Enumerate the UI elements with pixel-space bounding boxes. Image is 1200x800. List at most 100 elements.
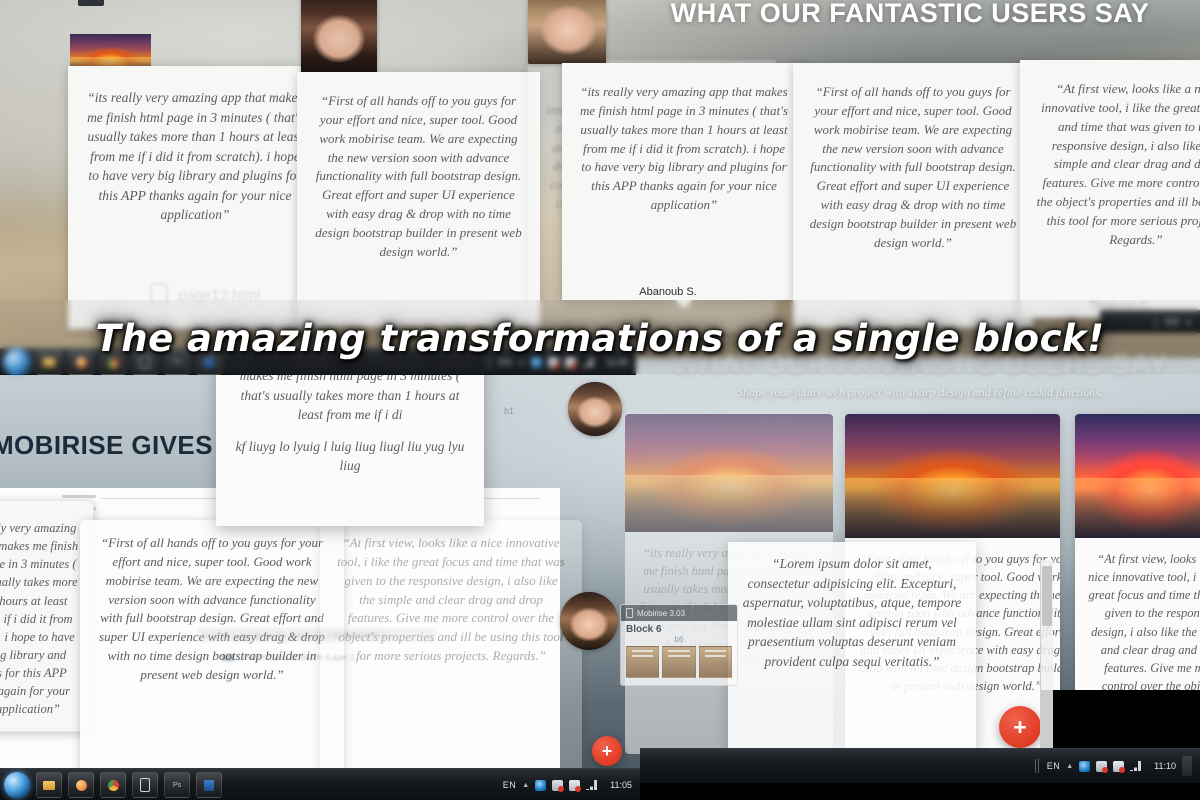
taskbar-mid-mobirise[interactable] — [132, 772, 158, 798]
system-tray-bottom[interactable]: EN ▲ 11:10 — [1034, 756, 1200, 776]
action-center-icon-mid[interactable] — [552, 779, 565, 792]
firefox-icon — [75, 356, 87, 368]
block-thumb-1[interactable] — [626, 646, 660, 678]
signal-icon-mid[interactable] — [586, 780, 599, 790]
window-chrome-fragment — [78, 0, 104, 6]
cloud-upload-icon — [925, 289, 942, 307]
system-tray-right[interactable]: EN ▲ — [1153, 316, 1200, 328]
folder-icon-mid — [43, 780, 55, 790]
section-heading-testimonials: WHAT OUR FANTASTIC USERS SAY — [670, 0, 1150, 28]
lorem-overlay-card[interactable]: “Lorem ipsum dolor sit amet, consectetur… — [728, 542, 976, 779]
signal-icon-bottom[interactable] — [1130, 761, 1143, 771]
taskbar-mid-office[interactable] — [196, 772, 222, 798]
testimonial-text-1: “its really very amazing app that makes … — [87, 90, 303, 223]
photoshop-tab-title-text: Untitled-1.psd @ 66,7% (Layer 22, CMYK/8… — [202, 630, 391, 640]
tray-expand-icon-mid[interactable]: ▲ — [522, 782, 529, 789]
photoshop-tab-title: Untitled-1.psd @ 66,7% (Layer 22, CMYK/8… — [198, 628, 436, 642]
security-icon[interactable] — [565, 356, 578, 369]
show-desktop-button[interactable] — [1182, 756, 1192, 776]
add-block-fab-left[interactable]: + — [592, 736, 622, 766]
start-orb-icon-mid[interactable] — [4, 772, 30, 798]
taskbar-mid[interactable]: Ps EN ▲ 11:05 — [0, 768, 640, 800]
heading-mobirise-bold: MOBIRISE GIVES — [0, 430, 221, 460]
tray-grip-icon-bottom — [1034, 759, 1041, 773]
add-block-fab-right[interactable]: + — [999, 706, 1041, 748]
security-icon-mid[interactable] — [569, 779, 582, 792]
taskbar-ps-button[interactable]: Ps — [164, 349, 190, 375]
taskbar-bottom[interactable]: EN ▲ 11:10 — [640, 748, 1200, 783]
taskbar-mid-ps[interactable]: Ps — [164, 772, 190, 798]
action-center-icon-bottom[interactable] — [1096, 760, 1109, 773]
power-icon — [900, 289, 917, 307]
security-icon-bottom[interactable] — [1113, 760, 1126, 773]
tray-expand-icon-bottom[interactable]: ▲ — [1066, 763, 1073, 770]
mobirise-app-titlebar: Mobirise 3.03 — [621, 605, 737, 621]
section-subheading: Shape your future web project with sharp… — [737, 385, 1103, 399]
taskbar-mobirise-button[interactable] — [132, 349, 158, 375]
photoshop-badge: Ps — [222, 653, 235, 661]
tray-grip-icon-right — [1153, 316, 1160, 328]
tray-language-top[interactable]: EN — [499, 357, 513, 367]
tray-expand-icon-right[interactable]: ▲ — [1185, 319, 1192, 326]
network-icon-bottom[interactable] — [1079, 760, 1091, 772]
avatar-user-2 — [301, 0, 377, 74]
tray-clock-mid[interactable]: 11:05 — [610, 780, 632, 790]
avatar-user-4 — [568, 382, 622, 436]
feature-card-3-image — [1075, 414, 1200, 538]
taskbar-top[interactable]: Ps EN ▲ 11:06 — [0, 348, 636, 375]
add-block-fab-right-plus: + — [1013, 713, 1027, 740]
tray-language-mid[interactable]: EN — [503, 780, 517, 790]
start-orb-icon[interactable] — [4, 349, 30, 375]
scrollbar-track[interactable] — [1040, 560, 1053, 760]
testimonial-text-4: “First of all hands off to you guys for … — [809, 84, 1017, 250]
firefox-icon-mid — [75, 779, 87, 791]
block-thumb-3[interactable] — [698, 646, 732, 678]
testimonial-text-2: “First of all hands off to you guys for … — [315, 93, 522, 259]
taskbar-office-button[interactable] — [196, 349, 222, 375]
block-6-label: Block 6 — [626, 624, 662, 635]
taskbar-explorer-button[interactable] — [36, 349, 62, 375]
black-fill-bottom — [640, 782, 1200, 800]
network-icon[interactable] — [531, 356, 543, 368]
card-pointer-nub — [675, 300, 693, 309]
network-icon-mid[interactable] — [535, 779, 547, 791]
feature-card-1-image — [625, 414, 833, 532]
lorem-overlay-text[interactable]: “Lorem ipsum dolor sit amet, consectetur… — [740, 554, 964, 671]
tray-clock-bottom[interactable]: 11:10 — [1154, 761, 1176, 771]
taskbar-mid-chrome[interactable] — [100, 772, 126, 798]
testimonial-text-5: “At first view, looks like a nice innova… — [1036, 81, 1200, 247]
tray-language-bottom[interactable]: EN — [1047, 761, 1061, 771]
system-tray-top[interactable]: EN ▲ 11:06 — [486, 356, 636, 369]
tray-expand-icon[interactable]: ▲ — [518, 359, 525, 366]
folder-icon — [43, 357, 55, 367]
add-block-fab-left-plus: + — [601, 741, 613, 761]
mobile-icon — [140, 355, 150, 369]
tray-clock-top[interactable]: 11:06 — [606, 357, 628, 367]
mobirise-block-panel[interactable]: Mobirise 3.03 Block 6 b6 — [620, 604, 738, 686]
taskbar-chrome-button[interactable] — [100, 349, 126, 375]
office-icon-mid — [204, 779, 214, 791]
file-label: page12.html — [178, 286, 261, 304]
inline-editor-popup[interactable]: makes me finish html page in 3 minutes (… — [216, 352, 484, 526]
taskbar-mid-explorer[interactable] — [36, 772, 62, 798]
mobirise-product-label: Mobirise 3.03 — [637, 608, 686, 618]
mobile-icon-small — [626, 608, 633, 618]
action-center-icon[interactable] — [548, 356, 561, 369]
photoshop-window-title-text: Untitled-1.psd @ 66,7% (Layer 2... — [238, 652, 362, 662]
inline-editor-text-2[interactable]: kf liuyg lo lyuig l luig liug liugl liu … — [232, 437, 468, 476]
photoshop-icon: Ps — [172, 358, 182, 366]
block-thumb-2[interactable] — [662, 646, 696, 678]
feature-card-2-image — [845, 414, 1060, 538]
testimonial-author-1: Abanoub S. — [639, 286, 697, 298]
photoshop-icon-mid: Ps — [172, 781, 182, 789]
block-1-id: b1 — [504, 406, 515, 416]
signal-icon[interactable] — [582, 357, 595, 367]
system-tray-mid[interactable]: EN ▲ 11:05 — [503, 779, 640, 792]
tray-language-right[interactable]: EN — [1166, 317, 1180, 327]
document-icon — [150, 283, 168, 307]
taskbar-browser-button[interactable] — [68, 349, 94, 375]
taskbar-right[interactable]: EN ▲ — [1100, 310, 1200, 333]
office-icon — [204, 356, 214, 368]
scrollbar-thumb[interactable] — [1042, 566, 1052, 626]
taskbar-mid-firefox[interactable] — [68, 772, 94, 798]
